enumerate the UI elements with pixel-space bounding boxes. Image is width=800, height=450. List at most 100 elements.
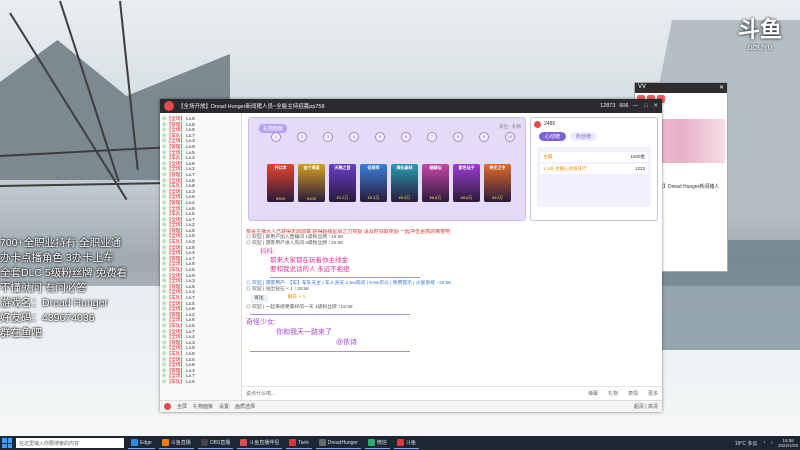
gift-level-dot[interactable]: 3 [323,132,333,142]
gift-level-dot[interactable]: 4 [349,132,359,142]
ranking-row[interactable]: 1 1号 主播心动值排行 1223 [540,164,648,174]
stream-overlay-text: 700+全职业持有 全职业通 办卡点播角色 3办卡上车 全套DLC 5级粉丝牌 … [0,236,160,341]
chat-feed: 恭喜主播大人已获得天启勋章 获得超级星辰之力奖励 请及时领取奖励 一起冲击更高的… [246,229,658,386]
gift-level-dot[interactable]: 9 [479,132,489,142]
avatar[interactable] [534,120,541,128]
app-icon [396,439,404,446]
system-tray: 19°C 多云 ◔ ♪ 15:58 2022/4/29 [735,438,798,448]
list-item[interactable]: ❀【车队】 Lv.5 [162,379,239,385]
chat-message-highlight: 要和我说话的人 永远不拒绝 [270,266,350,273]
side-window-titlebar[interactable]: VV ✕ [635,83,727,93]
player-statusbar: 全屏 礼物面板 设置 画质选择 超清 | 高清 [160,400,662,412]
taskbar-app[interactable]: Edge [128,438,155,449]
ship-rope [0,182,170,187]
mention[interactable]: @依诗 [336,338,658,348]
gift-card[interactable]: 召唤师 ¥2.3万 [360,164,387,202]
record-icon[interactable] [164,403,171,410]
gift-panel-button[interactable]: 礼物面板 [193,403,213,410]
danmu-button[interactable]: 弹幕 [588,390,598,397]
chat-message: ◎ 欢迎 | 一起来感受美好的一天 1级粉丝牌 ↑15:58 [246,305,353,310]
douyu-logo: 斗鱼 DOUYU [737,17,782,52]
gift-card-label: 蝴蝶仙 [429,165,442,170]
tab-heart-rank[interactable]: 心动榜 [539,132,567,141]
close-icon[interactable]: ✕ [653,103,658,109]
gift-card[interactable]: 开口字 ¥300 [267,164,294,202]
gift-tag: 寄送 [250,295,268,303]
gift-level-dot[interactable]: 7 [427,132,437,142]
gift-card[interactable]: 紫色仙子 ¥8.8万 [453,164,480,202]
app-icon [289,439,297,446]
taskbar-app[interactable]: 微信 [364,438,390,449]
taskbar-app[interactable]: Tank [286,438,312,449]
chat-message-highlight: 那来大家都在玩着你主线金 [270,257,348,264]
gift-level-dot[interactable]: 6 [401,132,411,142]
gift-level-dot[interactable]: 8 [453,132,463,142]
gift-level-dot[interactable]: 1 [271,132,281,142]
app-icon [131,439,138,446]
user-list[interactable]: ❀【全场】 Lv.5 ❀【管理】 Lv.8 ❀【全场】 Lv.6 ❀【车队】 Lv.7… [160,113,242,400]
gift-card[interactable]: 蝴蝶仙 ¥6.8万 [422,164,449,202]
minimize-icon[interactable]: — [633,103,639,109]
chat-input[interactable]: 说点什么吧... [246,390,578,397]
gift-card-price: ¥10万 [492,195,503,200]
gift-card[interactable]: 神王之令 ¥10万 [484,164,511,202]
gift-card-label: 绿化森林 [396,165,413,170]
maximize-icon[interactable]: □ [644,103,647,109]
gift-card[interactable]: 金个鸡蛋 ¥100 [298,164,325,202]
quality-selector[interactable]: 超清 | 高清 [634,403,658,410]
taskbar-app[interactable]: OBS直播 [197,438,234,449]
quality-button[interactable]: 画质选择 [235,403,255,410]
chat-message-highlight: 你和我天一路来了 [276,329,332,336]
taskbar-app[interactable]: 斗鱼 [393,438,419,449]
chat-message: ◎ 欢迎 | 送出钻石 × 1 ↑15:58 [246,287,309,292]
weather-widget[interactable]: 19°C 多云 [735,440,758,447]
close-icon[interactable]: ✕ [719,84,724,92]
taskbar-app[interactable]: 斗鱼直播伴侣 [237,438,283,449]
gift-level-dots: 1 2 3 4 5 6 7 8 9 10 [271,132,515,142]
window-controls: — □ ✕ [633,103,658,109]
window-title: 【全场开放】Dread Hunger新闻猪人员~全能主持招募pp758 [178,104,325,110]
overlay-line: 游戏名：Dread Hunger [0,297,108,309]
gift-button[interactable]: 礼物 [608,390,618,397]
gift-level-dot[interactable]: 5 [375,132,385,142]
settings-button[interactable]: 设置 [219,403,229,410]
app-icon [200,439,208,446]
network-icon[interactable]: ◔ [762,440,765,446]
gift-card[interactable]: 绿化森林 ¥5.9万 [391,164,418,202]
more-button[interactable]: 更多 [648,390,658,397]
ranking-tabs: 心动榜 粉丝榜 [531,130,657,143]
overlay-line: 群在鱼吧 [0,327,42,339]
taskbar-search-input[interactable]: 在这里输入你要搜索的内容 [16,438,124,448]
gift-card-label: 召唤师 [367,165,380,170]
gift-card-label: 神王之令 [489,165,506,170]
volume-icon[interactable]: ♪ [770,440,773,446]
gift-card[interactable]: 天稀之音 ¥1.2万 [329,164,356,202]
ranking-list: 主播 1600金 1 1号 主播心动值排行 1223 [537,147,651,207]
ranking-row[interactable]: 主播 1600金 [540,152,648,162]
taskbar-apps: Edge 斗鱼直播 OBS直播 斗鱼直播伴侣 Tank DreadHunger 微信 斗鱼 [128,438,419,449]
emoji-button[interactable]: 表情 [628,390,638,397]
gift-level-dot[interactable]: 2 [297,132,307,142]
fullscreen-button[interactable]: 全屏 [177,403,187,410]
gift-cards: 开口字 ¥300 金个鸡蛋 ¥100 天稀之音 ¥1.2万 召唤师 ¥2.3万 绿化森林 ¥5.9… [267,164,511,202]
windows-taskbar: 在这里输入你要搜索的内容 Edge 斗鱼直播 OBS直播 斗鱼直播伴侣 Tank Drea… [0,436,800,450]
avatar[interactable] [164,101,174,111]
fan-count: 606 [619,103,629,109]
taskbar-app[interactable]: 斗鱼直播 [158,438,194,449]
gift-card-price: ¥100 [307,196,316,201]
gift-card-label: 天稀之音 [334,165,351,170]
gift-level-dot[interactable]: 10 [505,132,515,142]
taskbar-app[interactable]: DreadHunger [315,438,361,449]
gift-card-price: ¥2.3万 [367,195,380,200]
overlay-line: 办卡点播角色 3办卡上车 [0,252,114,264]
overlay-line: 不懂就问 有问必答 [0,282,87,294]
gift-card-price: ¥8.8万 [460,195,473,200]
windows-start-icon[interactable] [2,438,12,448]
tab-fan-rank[interactable]: 粉丝榜 [570,132,598,141]
app-icon [367,439,375,446]
divider [250,314,410,315]
chat-username: 抖抖: [260,248,275,255]
main-content: 礼物面板 背包 · 礼物 1 2 3 4 5 6 7 8 9 10 开口字 ¥300 金个鸡蛋 ¥100… [242,113,662,400]
clock[interactable]: 15:58 2022/4/29 [778,438,798,448]
ranking-panel: 2486 心动榜 粉丝榜 主播 1600金 1 1号 主播心动值排行 1223 [530,117,658,221]
